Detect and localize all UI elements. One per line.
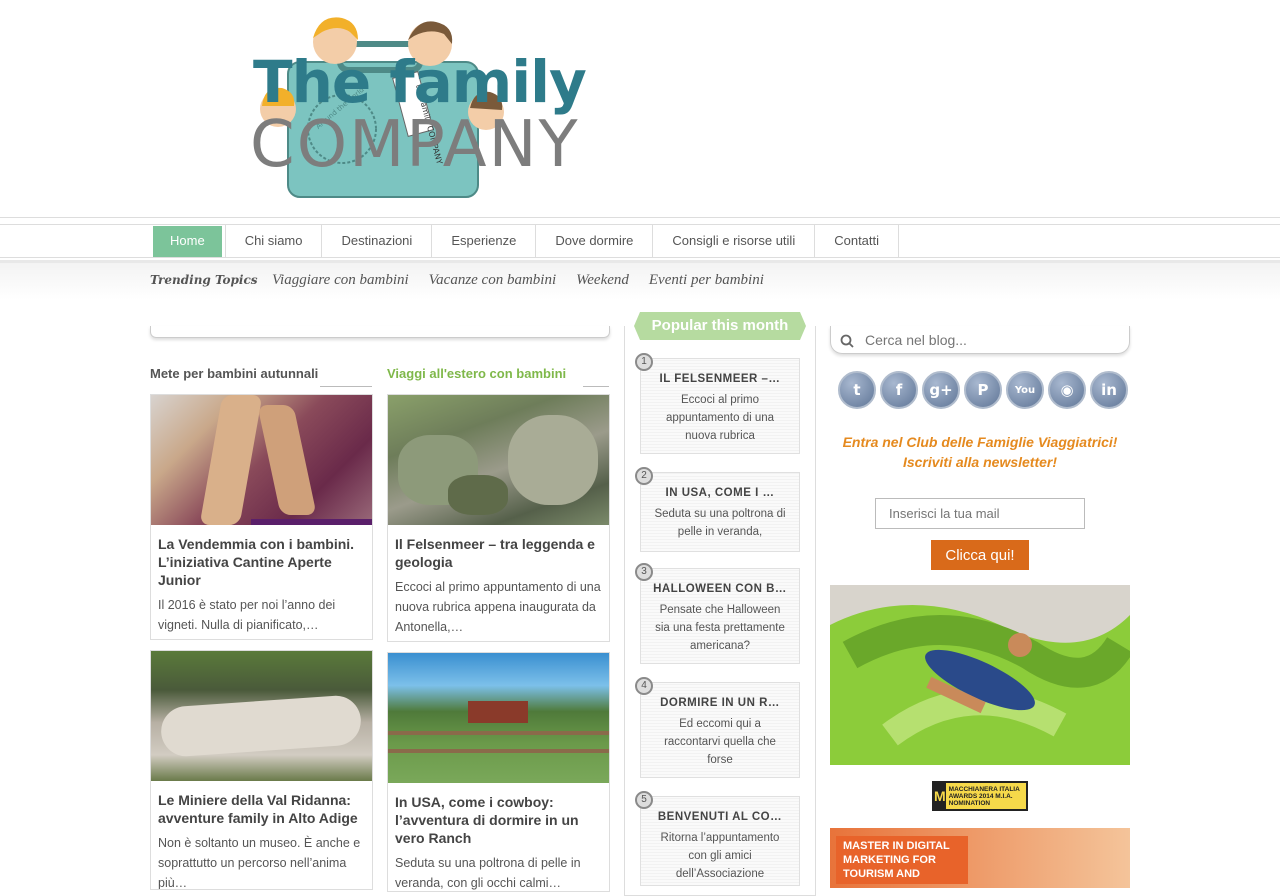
popular-item-excerpt: Ed eccomi qui a raccontarvi quella che f… bbox=[664, 718, 776, 766]
article-thumbnail[interactable] bbox=[151, 651, 372, 781]
nav-home[interactable]: Home bbox=[153, 226, 222, 257]
popular-item-title[interactable]: IL FELSENMEER –… bbox=[641, 373, 799, 385]
left-column-title[interactable]: Mete per bambini autunnali bbox=[150, 366, 372, 387]
nav-esperienze[interactable]: Esperienze bbox=[432, 225, 537, 258]
article-excerpt: Seduta su una poltrona di pelle in veran… bbox=[395, 856, 581, 890]
newsletter-subheading: Iscriviti alla newsletter! bbox=[902, 454, 1058, 470]
article-card[interactable]: Le Miniere della Val Ridanna: avventure … bbox=[150, 650, 373, 890]
popular-item[interactable]: 5 BENVENUTI AL CO… Ritorna l’appuntament… bbox=[635, 791, 800, 886]
twitter-icon[interactable]: t bbox=[838, 371, 876, 409]
master-banner[interactable]: MASTER IN DIGITAL MARKETING FOR TOURISM … bbox=[830, 828, 1130, 888]
email-field[interactable] bbox=[875, 498, 1085, 529]
google-plus-icon[interactable]: g+ bbox=[922, 371, 960, 409]
article-card[interactable]: Il Felsenmeer – tra leggenda e geologia … bbox=[387, 394, 610, 642]
article-excerpt: Non è soltanto un museo. È anche e sopra… bbox=[158, 836, 361, 890]
popular-item-excerpt: Ritorna l’appuntamento con gli amici del… bbox=[660, 832, 780, 880]
award-badge[interactable]: M MACCHIANERA ITALIA AWARDS 2014 M.I.A. … bbox=[932, 781, 1028, 811]
nav-destinazioni[interactable]: Destinazioni bbox=[322, 225, 433, 258]
site-header: the family COMPANY Around the world The … bbox=[0, 0, 1280, 218]
newsletter-promo: Entra nel Club delle Famiglie Viaggiatri… bbox=[830, 432, 1130, 472]
trending-bar: Trending Topics Viaggiare con bambini Va… bbox=[0, 260, 1280, 300]
blog-search bbox=[830, 326, 1130, 354]
article-card[interactable]: In USA, come i cowboy: l’avventura di do… bbox=[387, 652, 610, 892]
popular-item-title[interactable]: IN USA, COME I … bbox=[641, 487, 799, 499]
nav-chi-siamo[interactable]: Chi siamo bbox=[224, 225, 323, 258]
search-icon[interactable] bbox=[840, 334, 854, 348]
social-icons: t f g+ P You ◉ in bbox=[838, 371, 1128, 409]
subscribe-button[interactable]: Clicca qui! bbox=[931, 540, 1029, 570]
youtube-icon[interactable]: You bbox=[1006, 371, 1044, 409]
popular-item-number: 1 bbox=[635, 353, 653, 371]
master-text: MASTER IN DIGITAL MARKETING FOR TOURISM … bbox=[836, 836, 968, 884]
search-input[interactable] bbox=[865, 330, 1115, 350]
popular-item[interactable]: 3 HALLOWEEN CON B… Pensate che Halloween… bbox=[635, 563, 800, 664]
nav-contatti[interactable]: Contatti bbox=[815, 225, 900, 258]
rss-icon[interactable]: ◉ bbox=[1048, 371, 1086, 409]
popular-title: Popular this month bbox=[634, 312, 806, 340]
article-title[interactable]: Le Miniere della Val Ridanna: avventure … bbox=[151, 781, 372, 833]
article-excerpt: Il 2016 è stato per noi l’anno dei vigne… bbox=[158, 598, 336, 632]
nav-dove-dormire[interactable]: Dove dormire bbox=[536, 225, 654, 258]
popular-item-title[interactable]: BENVENUTI AL CO… bbox=[641, 811, 799, 823]
trending-link[interactable]: Eventi per bambini bbox=[649, 272, 764, 289]
article-card[interactable]: La Vendemmia con i bambini. L’iniziativa… bbox=[150, 394, 373, 640]
main-nav: Home Chi siamo Destinazioni Esperienze D… bbox=[0, 224, 1280, 258]
newsletter-heading: Entra nel Club delle Famiglie Viaggiatri… bbox=[842, 434, 1118, 450]
popular-item-excerpt: Seduta su una poltrona di pelle in veran… bbox=[654, 508, 786, 538]
award-text: MACCHIANERA ITALIA AWARDS 2014 M.I.A. NO… bbox=[948, 785, 1020, 807]
popular-item-excerpt: Pensate che Halloween sia una festa pret… bbox=[655, 604, 785, 652]
article-thumbnail[interactable] bbox=[151, 395, 372, 525]
promo-image[interactable] bbox=[830, 585, 1130, 765]
facebook-icon[interactable]: f bbox=[880, 371, 918, 409]
right-column-title[interactable]: Viaggi all'estero con bambini bbox=[387, 366, 609, 387]
popular-item-number: 3 bbox=[635, 563, 653, 581]
trending-link[interactable]: Vacanze con bambini bbox=[429, 272, 556, 289]
popular-item-number: 5 bbox=[635, 791, 653, 809]
logo-subtitle: COMPANY bbox=[250, 108, 580, 182]
article-excerpt: Eccoci al primo appuntamento di una nuov… bbox=[395, 580, 601, 634]
trending-link[interactable]: Weekend bbox=[576, 272, 629, 289]
trending-label: Trending Topics bbox=[150, 273, 258, 287]
article-title[interactable]: La Vendemmia con i bambini. L’iniziativa… bbox=[151, 525, 372, 595]
featured-slider-bar bbox=[150, 326, 610, 338]
popular-item-title[interactable]: DORMIRE IN UN R… bbox=[641, 697, 799, 709]
popular-item-title[interactable]: HALLOWEEN CON B… bbox=[641, 583, 799, 595]
nav-consigli[interactable]: Consigli e risorse utili bbox=[653, 225, 816, 258]
popular-item-number: 4 bbox=[635, 677, 653, 695]
article-thumbnail[interactable] bbox=[388, 395, 609, 525]
popular-item-excerpt: Eccoci al primo appuntamento di una nuov… bbox=[665, 394, 775, 442]
pinterest-icon[interactable]: P bbox=[964, 371, 1002, 409]
article-thumbnail[interactable] bbox=[388, 653, 609, 783]
popular-item[interactable]: 4 DORMIRE IN UN R… Ed eccomi qui a racco… bbox=[635, 677, 800, 778]
popular-item[interactable]: 2 IN USA, COME I … Seduta su una poltron… bbox=[635, 467, 800, 552]
popular-item-number: 2 bbox=[635, 467, 653, 485]
popular-item[interactable]: 1 IL FELSENMEER –… Eccoci al primo appun… bbox=[635, 353, 800, 454]
linkedin-icon[interactable]: in bbox=[1090, 371, 1128, 409]
article-title[interactable]: In USA, come i cowboy: l’avventura di do… bbox=[388, 783, 609, 853]
article-title[interactable]: Il Felsenmeer – tra leggenda e geologia bbox=[388, 525, 609, 577]
trending-link[interactable]: Viaggiare con bambini bbox=[272, 272, 409, 289]
logo-title: The family bbox=[253, 48, 587, 116]
award-logo: M bbox=[934, 783, 946, 809]
